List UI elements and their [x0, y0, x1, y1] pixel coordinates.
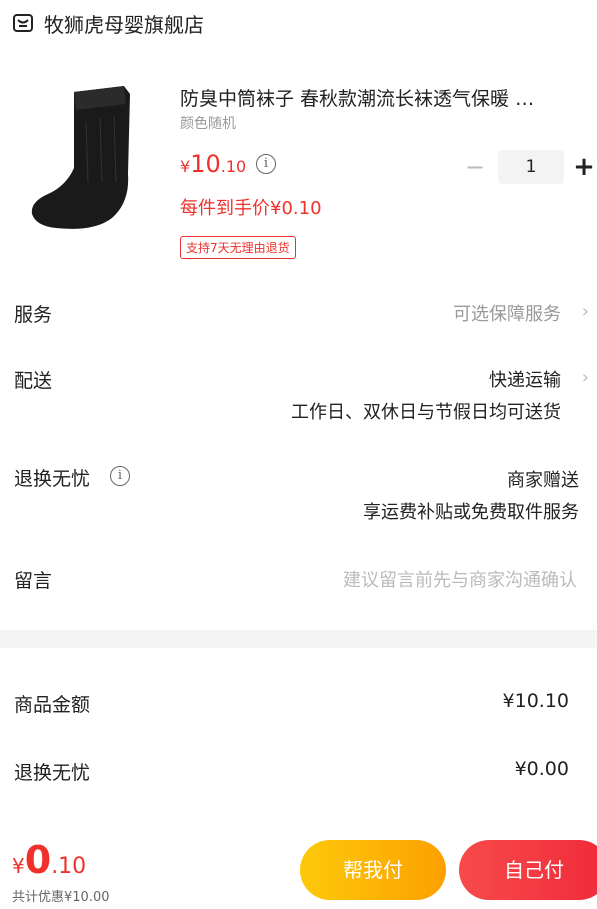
service-value: 可选保障服务: [453, 304, 561, 325]
service-label: 服务: [14, 304, 53, 326]
chevron-right-icon: ›: [581, 301, 589, 322]
goods-amount-row: 商品金额 ¥10.10: [0, 690, 597, 720]
checkout-bar: ¥ 0 .10 共计优惠¥10.00 帮我付 自己付: [0, 830, 597, 909]
service-row[interactable]: 服务 可选保障服务 ›: [0, 296, 597, 332]
help-pay-button[interactable]: 帮我付: [300, 840, 446, 900]
product-sku[interactable]: 颜色随机: [180, 113, 236, 133]
product-image[interactable]: [26, 82, 156, 232]
price-decimal: .10: [220, 157, 247, 176]
final-price: 每件到手价¥0.10: [180, 198, 322, 219]
returns-info-icon[interactable]: i: [110, 466, 130, 486]
store-header[interactable]: 牧狮虎母婴旗舰店: [0, 0, 597, 46]
message-row: 留言 建议留言前先与商家沟通确认: [0, 564, 597, 596]
quantity-stepper: − 1 +: [460, 150, 596, 184]
store-name: 牧狮虎母婴旗舰店: [44, 12, 204, 37]
price-currency: ¥: [180, 157, 191, 176]
self-pay-button[interactable]: 自己付: [459, 840, 597, 900]
returns-detail: 享运费补贴或免费取件服务: [363, 502, 579, 523]
delivery-detail: 工作日、双休日与节假日均可送货: [291, 402, 561, 423]
total-integer: 0: [24, 838, 52, 882]
total-decimal: .10: [51, 854, 87, 879]
chevron-right-icon: ›: [581, 367, 589, 388]
decrease-button[interactable]: −: [460, 153, 490, 181]
return-policy-badge: 支持7天无理由退货: [180, 236, 296, 259]
increase-button[interactable]: +: [572, 152, 596, 182]
quantity-input[interactable]: 1: [498, 150, 564, 184]
section-divider: [0, 630, 597, 648]
delivery-label: 配送: [14, 370, 53, 392]
product-card: 防臭中筒袜子 春秋款潮流长袜透气保暖 … 颜色随机 ¥ 10 .10 i − 1…: [0, 62, 597, 272]
delivery-value: 快递运输: [489, 370, 561, 391]
goods-amount-label: 商品金额: [14, 694, 91, 716]
returns-fee-row: 退换无忧 ¥0.00: [0, 758, 597, 788]
price-info-icon[interactable]: i: [256, 154, 276, 174]
returns-value: 商家赠送: [507, 470, 579, 491]
returns-row: 退换无忧 i 商家赠送 享运费补贴或免费取件服务: [0, 462, 597, 524]
total-discount: 共计优惠¥10.00: [12, 890, 110, 905]
returns-fee-value: ¥0.00: [514, 758, 569, 780]
product-title[interactable]: 防臭中筒袜子 春秋款潮流长袜透气保暖 …: [180, 84, 580, 111]
returns-fee-label: 退换无忧: [14, 762, 91, 784]
goods-amount-value: ¥10.10: [502, 690, 569, 712]
returns-label: 退换无忧: [14, 468, 91, 490]
message-input[interactable]: 建议留言前先与商家沟通确认: [343, 566, 577, 592]
store-icon: [13, 14, 33, 32]
delivery-row[interactable]: 配送 快递运输 › 工作日、双休日与节假日均可送货: [0, 364, 597, 424]
product-price: ¥ 10 .10: [180, 150, 246, 178]
total-price: ¥ 0 .10: [12, 838, 86, 882]
price-integer: 10: [190, 150, 221, 178]
message-label: 留言: [14, 570, 53, 592]
total-currency: ¥: [12, 854, 25, 878]
